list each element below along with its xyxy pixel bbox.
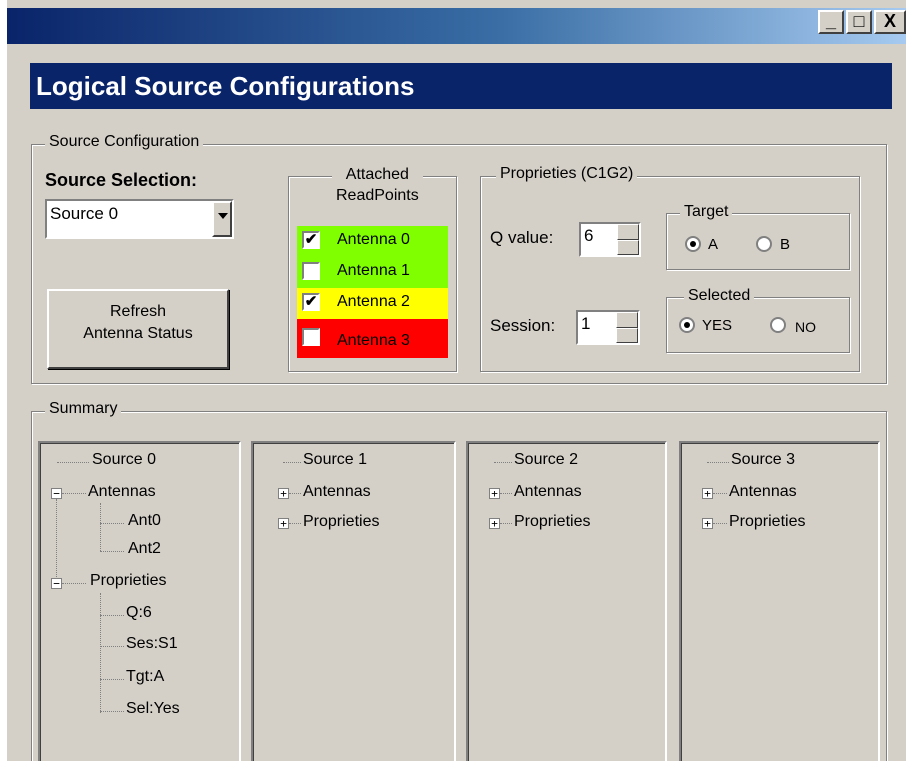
antenna-3-label: Antenna 3 — [337, 332, 410, 349]
antenna-1-label: Antenna 1 — [337, 262, 410, 279]
source-3-tree[interactable]: Source 3 + Antennas + Proprieties — [679, 441, 880, 761]
source-2-proprieties-node[interactable]: Proprieties — [514, 513, 590, 531]
antenna-1-row[interactable]: Antenna 1 — [297, 257, 448, 288]
target-b-radio[interactable] — [756, 236, 772, 252]
source-3-node[interactable]: Source 3 — [731, 451, 795, 469]
q-node[interactable]: Q:6 — [126, 604, 152, 622]
target-legend: Target — [680, 203, 733, 221]
q-value-up-button[interactable] — [617, 224, 639, 240]
refresh-antenna-status-button[interactable]: Refresh Antenna Status — [47, 289, 229, 369]
ant0-node[interactable]: Ant0 — [128, 512, 161, 530]
tgt-node[interactable]: Tgt:A — [126, 668, 164, 686]
antenna-0-row[interactable]: ✔ Antenna 0 — [297, 226, 448, 257]
source-0-proprieties-node[interactable]: Proprieties — [90, 572, 166, 590]
session-down-button[interactable] — [616, 327, 638, 343]
proprieties-expand-icon[interactable]: + — [278, 518, 289, 529]
minimize-button[interactable]: _ — [818, 10, 844, 34]
selected-no-label: NO — [795, 319, 816, 335]
window-title-bar[interactable] — [7, 8, 906, 44]
target-a-radio[interactable] — [685, 236, 701, 252]
antenna-2-row[interactable]: ✔ Antenna 2 — [297, 288, 448, 319]
target-b-label: B — [780, 236, 791, 253]
source-1-tree[interactable]: Source 1 + Antennas + Proprieties — [251, 441, 456, 761]
antennas-expand-icon[interactable]: + — [702, 488, 713, 499]
antenna-0-checkbox[interactable]: ✔ — [302, 231, 320, 249]
source-0-antennas-node[interactable]: Antennas — [88, 483, 156, 501]
source-1-proprieties-node[interactable]: Proprieties — [303, 513, 379, 531]
antenna-3-row[interactable]: Antenna 3 — [297, 319, 448, 358]
antenna-2-label: Antenna 2 — [337, 293, 410, 310]
selected-yes-radio[interactable] — [679, 317, 695, 333]
source-selection-label: Source Selection: — [45, 170, 198, 190]
readpoints-legend-line1: Attached — [345, 166, 409, 183]
q-value-stepper[interactable]: 6 — [579, 222, 641, 257]
session-stepper[interactable]: 1 — [576, 310, 640, 345]
source-1-node[interactable]: Source 1 — [303, 451, 367, 469]
source-0-node[interactable]: Source 0 — [92, 451, 156, 469]
antennas-expand-icon[interactable]: + — [278, 488, 289, 499]
source-2-node[interactable]: Source 2 — [514, 451, 578, 469]
selected-yes-label: YES — [702, 317, 733, 334]
page-title: Logical Source Configurations — [30, 63, 892, 109]
antennas-collapse-icon[interactable]: − — [51, 488, 62, 499]
refresh-button-line2: Antenna Status — [83, 325, 193, 342]
close-button[interactable]: X — [874, 10, 906, 34]
antenna-0-label: Antenna 0 — [337, 231, 410, 248]
q-value-value: 6 — [584, 226, 594, 245]
q-value-label: Q value: — [490, 228, 554, 247]
antenna-1-checkbox[interactable] — [302, 262, 320, 280]
session-value: 1 — [581, 314, 591, 333]
target-a-label: A — [708, 236, 719, 253]
source-configuration-legend: Source Configuration — [45, 133, 204, 151]
source-selection-value: Source 0 — [50, 204, 119, 223]
proprieties-collapse-icon[interactable]: − — [51, 578, 62, 589]
source-3-antennas-node[interactable]: Antennas — [729, 483, 797, 501]
source-2-tree[interactable]: Source 2 + Antennas + Proprieties — [466, 441, 667, 761]
summary-legend: Summary — [45, 400, 122, 418]
source-2-antennas-node[interactable]: Antennas — [514, 483, 582, 501]
source-0-tree[interactable]: Source 0 − Antennas Ant0 Ant2 − Propriet… — [38, 441, 241, 761]
selected-legend: Selected — [684, 287, 755, 305]
proprieties-expand-icon[interactable]: + — [489, 518, 500, 529]
antenna-2-checkbox[interactable]: ✔ — [302, 293, 320, 311]
source-1-antennas-node[interactable]: Antennas — [303, 483, 371, 501]
chevron-down-icon[interactable] — [212, 201, 232, 237]
maximize-button[interactable]: □ — [846, 10, 872, 34]
proprieties-expand-icon[interactable]: + — [702, 518, 713, 529]
antennas-expand-icon[interactable]: + — [489, 488, 500, 499]
antenna-3-checkbox[interactable] — [302, 328, 320, 346]
properties-legend: Proprieties (C1G2) — [496, 165, 638, 183]
ant2-node[interactable]: Ant2 — [128, 540, 161, 558]
session-label: Session: — [490, 316, 556, 335]
ses-node[interactable]: Ses:S1 — [126, 635, 178, 653]
sel-node[interactable]: Sel:Yes — [126, 700, 180, 718]
readpoints-legend-line2: ReadPoints — [336, 187, 419, 204]
source-3-proprieties-node[interactable]: Proprieties — [729, 513, 805, 531]
readpoints-legend: Attached ReadPoints — [332, 164, 423, 206]
source-selection-dropdown[interactable]: Source 0 — [45, 199, 234, 239]
selected-no-radio[interactable] — [770, 317, 786, 333]
session-up-button[interactable] — [616, 312, 638, 328]
q-value-down-button[interactable] — [617, 239, 639, 255]
refresh-button-line1: Refresh — [109, 303, 167, 320]
